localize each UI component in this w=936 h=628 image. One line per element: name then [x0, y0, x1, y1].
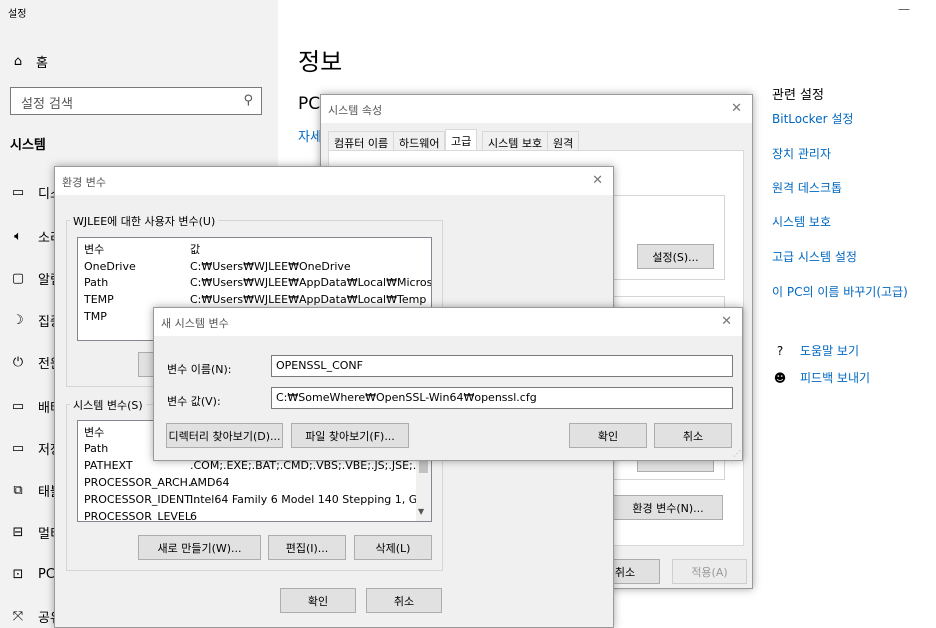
delete-button[interactable]: 삭제(L): [354, 535, 432, 560]
tab-advanced[interactable]: 고급: [445, 129, 478, 151]
system-protection-link[interactable]: 시스템 보호: [772, 213, 831, 230]
environment-variables-button[interactable]: 환경 변수(N)...: [613, 495, 723, 520]
dialog-title: 환경 변수: [62, 176, 106, 189]
projecting-icon: ⊡: [12, 566, 24, 582]
help-icon: ?: [776, 343, 784, 358]
column-header-value: 값: [190, 243, 201, 256]
resize-grip-icon[interactable]: ⋰: [733, 449, 741, 458]
feedback-label: 피드백 보내기: [800, 371, 871, 385]
list-item[interactable]: PROCESSOR_ARCH... AMD64: [78, 475, 418, 491]
tablet-icon: ⧉: [13, 482, 23, 498]
home-label: 홈: [36, 56, 48, 71]
dialog-title: 새 시스템 변수: [161, 317, 229, 330]
nav-home[interactable]: ⌂ 홈: [10, 52, 48, 71]
search-placeholder: 설정 검색: [21, 97, 73, 112]
help-label: 도움말 보기: [800, 344, 860, 358]
window-title: 설정: [8, 9, 27, 20]
column-header-variable: 변수: [84, 426, 105, 439]
list-item[interactable]: OneDrive C:₩Users₩WJLEE₩OneDrive: [78, 259, 431, 275]
feedback-link[interactable]: ☻ 피드백 보내기: [772, 369, 870, 386]
scroll-down-icon[interactable]: ▼: [418, 507, 424, 516]
performance-settings-button[interactable]: 설정(S)...: [637, 244, 714, 269]
var-value: AMD64: [190, 476, 230, 489]
var-value: 6: [190, 510, 197, 522]
var-value: C:₩Users₩WJLEE₩AppData₩Local₩Temp: [190, 293, 427, 306]
dialog-titlebar: 새 시스템 변수 ✕: [154, 308, 742, 336]
close-icon[interactable]: ✕: [731, 101, 742, 116]
list-item[interactable]: Path C:₩Users₩WJLEE₩AppData₩Local₩Micros…: [78, 275, 432, 291]
close-icon[interactable]: ✕: [592, 173, 603, 188]
storage-icon: ▭: [11, 440, 25, 456]
var-name: Path: [84, 276, 109, 289]
var-name: PROCESSOR_IDENT...: [84, 493, 201, 506]
var-value: C:₩Users₩WJLEE₩AppData₩Local₩Microsoft..…: [190, 276, 432, 289]
env-ok-button[interactable]: 확인: [280, 588, 356, 613]
var-name: Path: [84, 442, 109, 455]
bitlocker-link[interactable]: BitLocker 설정: [772, 110, 853, 127]
tab-system-protection[interactable]: 시스템 보호: [482, 131, 549, 151]
column-header-variable: 변수: [84, 243, 105, 256]
var-value: Intel64 Family 6 Model 140 Stepping 1, G…: [190, 493, 432, 506]
tab-computer-name[interactable]: 컴퓨터 이름: [328, 131, 395, 151]
section-heading: 시스템: [10, 138, 46, 153]
notification-icon: ▢: [11, 270, 25, 286]
new-var-ok-button[interactable]: 확인: [569, 423, 647, 448]
battery-icon: ▭: [11, 398, 25, 414]
list-header: 변수 값: [78, 240, 431, 256]
tab-remote[interactable]: 원격: [547, 131, 580, 151]
dialog-title: 시스템 속성: [328, 104, 383, 117]
list-item[interactable]: TEMP C:₩Users₩WJLEE₩AppData₩Local₩Temp: [78, 292, 431, 308]
browse-file-button[interactable]: 파일 찾아보기(F)...: [291, 423, 409, 448]
var-name: TEMP: [84, 293, 114, 306]
rename-pc-link[interactable]: 이 PC의 이름 바꾸기(고급): [772, 283, 908, 300]
browse-directory-button[interactable]: 디렉터리 찾아보기(D)...: [166, 423, 283, 448]
env-cancel-button[interactable]: 취소: [366, 588, 442, 613]
sound-icon: 🔈︎: [14, 228, 22, 244]
search-icon: ⚲: [243, 93, 253, 108]
feedback-icon: ☻: [773, 370, 787, 385]
var-name: OneDrive: [84, 260, 136, 273]
scrollbar-thumb[interactable]: [419, 459, 428, 473]
focus-assist-icon: ☽: [12, 312, 24, 328]
list-item[interactable]: PROCESSOR_LEVEL 6: [78, 509, 418, 522]
user-vars-label: WJLEE에 대한 사용자 변수(U): [70, 213, 219, 229]
nav-item-projecting[interactable]: ⊡ PC: [10, 564, 55, 584]
variable-name-field[interactable]: OPENSSL_CONF: [271, 355, 733, 377]
details-link[interactable]: 자세: [298, 126, 322, 145]
home-icon: ⌂: [13, 54, 23, 69]
new-button[interactable]: 새로 만들기(W)...: [138, 535, 261, 560]
related-settings-title: 관련 설정: [772, 88, 824, 103]
edit-button[interactable]: 편집(I)...: [268, 535, 346, 560]
advanced-system-settings-link[interactable]: 고급 시스템 설정: [772, 248, 857, 265]
multitasking-icon: ⊟: [12, 524, 24, 540]
list-item[interactable]: PROCESSOR_IDENT... Intel64 Family 6 Mode…: [78, 492, 431, 508]
remote-desktop-link[interactable]: 원격 데스크톱: [772, 179, 842, 196]
minimize-button[interactable]: —: [898, 2, 910, 16]
help-link[interactable]: ? 도움말 보기: [772, 342, 859, 359]
display-icon: ▭: [11, 184, 25, 200]
variable-name-label: 변수 이름(N):: [167, 363, 232, 376]
page-title: 정보: [298, 48, 343, 76]
var-name: PATHEXT: [84, 459, 133, 472]
var-value: C:₩Users₩WJLEE₩OneDrive: [190, 260, 351, 273]
var-name: PROCESSOR_LEVEL: [84, 510, 192, 522]
var-name: PROCESSOR_ARCH...: [84, 476, 199, 489]
variable-value-label: 변수 값(V):: [167, 395, 221, 408]
shared-experiences-icon: ⤧: [12, 608, 24, 624]
new-var-cancel-button[interactable]: 취소: [654, 423, 732, 448]
system-vars-label: 시스템 변수(S): [70, 397, 146, 413]
variable-value-field[interactable]: C:₩SomeWhere₩OpenSSL-Win64₩openssl.cfg: [271, 387, 733, 409]
dialog-titlebar: 환경 변수 ✕: [55, 167, 613, 195]
dialog-titlebar: 시스템 속성 ✕: [321, 95, 752, 123]
tab-hardware[interactable]: 하드웨어: [393, 131, 446, 151]
var-name: TMP: [84, 310, 107, 323]
power-icon: ⏻: [12, 354, 24, 370]
device-manager-link[interactable]: 장치 관리자: [772, 145, 831, 162]
close-icon[interactable]: ✕: [721, 314, 732, 329]
nav-item-label: PC: [38, 566, 55, 582]
apply-button[interactable]: 적용(A): [672, 559, 747, 584]
search-input[interactable]: 설정 검색 ⚲: [10, 87, 262, 115]
